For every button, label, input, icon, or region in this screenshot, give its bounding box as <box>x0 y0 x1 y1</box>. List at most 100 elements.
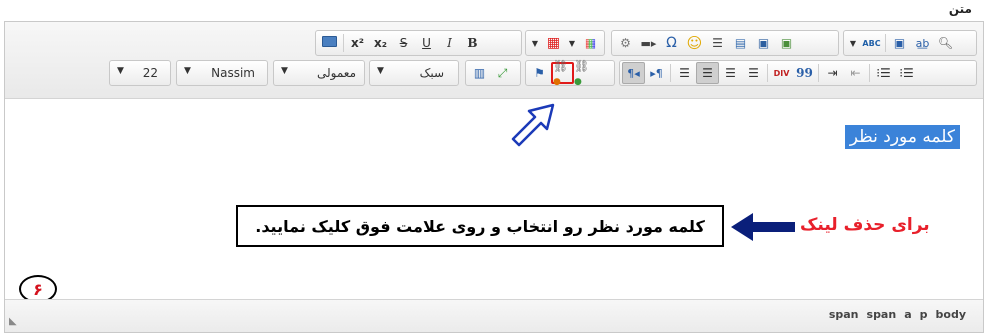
flag-icon: ⚑ <box>534 66 545 80</box>
field-label: متن <box>948 2 972 16</box>
omega-icon: Ω <box>666 35 677 51</box>
ltr-icon: ▸¶ <box>650 66 663 80</box>
path-item-body[interactable]: body <box>936 308 966 321</box>
iframe-button[interactable]: ▤ <box>729 32 752 54</box>
instruction-text: کلمه مورد نظر رو انتخاب و روی علامت فوق … <box>255 216 705 236</box>
toolbar-group-paragraph: ¶◂ ▸¶ ☰ ☰ ☰ ☰ DIV 99 ⇥ ⇤ ⁝☰ ⁝☰ <box>619 60 977 86</box>
color-dropdown-button[interactable]: ▼ <box>565 32 579 54</box>
unlink-button[interactable]: ⛓● <box>551 59 574 87</box>
font-size-value: 22 <box>142 66 158 80</box>
editor-statusbar: ◣ span span a p body <box>5 299 983 332</box>
underline-button[interactable]: U <box>415 32 438 54</box>
image-button[interactable]: ▣ <box>775 32 798 54</box>
subscript-button[interactable]: x₂ <box>369 32 392 54</box>
path-item-span[interactable]: span <box>867 308 897 321</box>
remove-format-button[interactable] <box>318 32 341 54</box>
chevron-down-icon: ▼ <box>377 66 384 76</box>
italic-button[interactable]: I <box>438 32 461 54</box>
font-size-select[interactable]: ▼ 22 <box>109 60 171 86</box>
unlink-icon: ⛓● <box>553 59 569 87</box>
image-icon: ▣ <box>780 36 793 50</box>
chevron-down-icon: ▼ <box>849 38 857 48</box>
link-button[interactable]: ⛓● <box>574 59 597 87</box>
align-left-icon: ☰ <box>748 66 759 80</box>
arrow-up-right-icon <box>511 103 555 147</box>
align-left-button[interactable]: ☰ <box>742 62 765 84</box>
spellcheck-dropdown-button[interactable]: ▼ <box>846 32 860 54</box>
special-char-button[interactable]: Ω <box>660 32 683 54</box>
editor-toolbar: x² x₂ S U I B ▼ ▦ ▼ ▦ ⚙ ▬▸ Ω ☺ ☰ ▤ ▣ ▣ ▼… <box>5 22 983 99</box>
align-center-button[interactable]: ☰ <box>719 62 742 84</box>
horizontal-line-icon: ☰ <box>712 36 723 50</box>
bulleted-list-button[interactable]: ⁝☰ <box>872 62 895 84</box>
rich-text-editor: x² x₂ S U I B ▼ ▦ ▼ ▦ ⚙ ▬▸ Ω ☺ ☰ ▤ ▣ ▣ ▼… <box>4 21 984 333</box>
selected-word[interactable]: کلمه مورد نظر <box>844 125 960 149</box>
font-family-select[interactable]: ▼ Nassim <box>176 60 268 86</box>
superscript-button[interactable]: x² <box>346 32 369 54</box>
align-center-icon: ☰ <box>725 66 736 80</box>
path-item-p[interactable]: p <box>920 308 928 321</box>
toolbar-group-view: ▥ ⤢ <box>465 60 521 86</box>
select-all-button[interactable]: ▣ <box>888 32 911 54</box>
flash-button[interactable]: ▣ <box>752 32 775 54</box>
underline-icon: U <box>422 36 431 50</box>
element-path: span span a p body <box>829 308 966 321</box>
resize-grip-icon[interactable]: ◣ <box>9 316 17 327</box>
text-color-button[interactable]: ▦ <box>579 32 602 54</box>
spellcheck-icon: ABC <box>862 38 881 48</box>
step-number: ۶ <box>33 279 43 299</box>
table-icon: ▦ <box>546 35 561 51</box>
indent-icon: ⇥ <box>827 66 838 80</box>
smiley-button[interactable]: ☺ <box>683 32 706 54</box>
toolbar-group-table-colors: ▼ ▦ ▼ ▦ <box>525 30 605 56</box>
arrow-left-icon <box>731 213 795 241</box>
editor-content[interactable]: کلمه مورد نظر کلمه مورد نظر رو انتخاب و … <box>5 99 983 303</box>
outdent-icon: ⇤ <box>850 66 861 80</box>
format-select[interactable]: ▼ معمولی <box>273 60 365 86</box>
remove-link-note: برای حذف لینک <box>800 215 930 235</box>
show-blocks-icon: ▥ <box>473 66 486 80</box>
show-blocks-button[interactable]: ▥ <box>468 62 491 84</box>
anchor-button[interactable]: ⚑ <box>528 62 551 84</box>
chevron-down-icon: ▼ <box>117 66 124 76</box>
spellcheck-button[interactable]: ABC <box>860 32 883 54</box>
toolbar-group-links: ⚑ ⛓● ⛓● <box>525 59 615 87</box>
chevron-down-icon: ▼ <box>531 38 539 48</box>
source-button[interactable]: ⚙ <box>614 32 637 54</box>
numbered-list-icon: ⁝☰ <box>899 66 914 80</box>
align-right-icon: ☰ <box>702 66 713 80</box>
bold-button[interactable]: B <box>461 32 484 54</box>
italic-icon: I <box>447 36 452 50</box>
align-right-button[interactable]: ☰ <box>696 62 719 84</box>
iframe-icon: ▤ <box>734 36 747 50</box>
path-item-span[interactable]: span <box>829 308 859 321</box>
div-icon: DIV <box>773 68 790 78</box>
numbered-list-button[interactable]: ⁝☰ <box>895 62 918 84</box>
film-icon: ▣ <box>757 36 770 50</box>
justify-button[interactable]: ☰ <box>673 62 696 84</box>
table-button[interactable]: ▦ <box>542 32 565 54</box>
page-break-button[interactable]: ▬▸ <box>637 32 660 54</box>
search-icon: 🔍︎ <box>937 36 954 50</box>
replace-icon: a͟b <box>915 36 930 50</box>
style-select[interactable]: ▼ سبک <box>369 60 459 86</box>
horizontal-line-button[interactable]: ☰ <box>706 32 729 54</box>
chevron-down-icon: ▼ <box>568 38 576 48</box>
replace-button[interactable]: a͟b <box>911 32 934 54</box>
toolbar-group-basic-styles: x² x₂ S U I B <box>315 30 522 56</box>
outdent-button[interactable]: ⇤ <box>844 62 867 84</box>
find-button[interactable]: 🔍︎ <box>934 32 957 54</box>
bidi-ltr-button[interactable]: ▸¶ <box>645 62 668 84</box>
table-dropdown-button[interactable]: ▼ <box>528 32 542 54</box>
align-justify-icon: ☰ <box>679 66 690 80</box>
create-div-button[interactable]: DIV <box>770 62 793 84</box>
path-item-a[interactable]: a <box>904 308 911 321</box>
indent-button[interactable]: ⇥ <box>821 62 844 84</box>
strikethrough-button[interactable]: S <box>392 32 415 54</box>
bidi-rtl-button[interactable]: ¶◂ <box>622 62 645 84</box>
blockquote-button[interactable]: 99 <box>793 62 816 84</box>
instruction-box: کلمه مورد نظر رو انتخاب و روی علامت فوق … <box>236 205 724 247</box>
quote-icon: 99 <box>796 66 813 80</box>
strikethrough-icon: S <box>399 36 408 50</box>
maximize-button[interactable]: ⤢ <box>491 62 514 84</box>
